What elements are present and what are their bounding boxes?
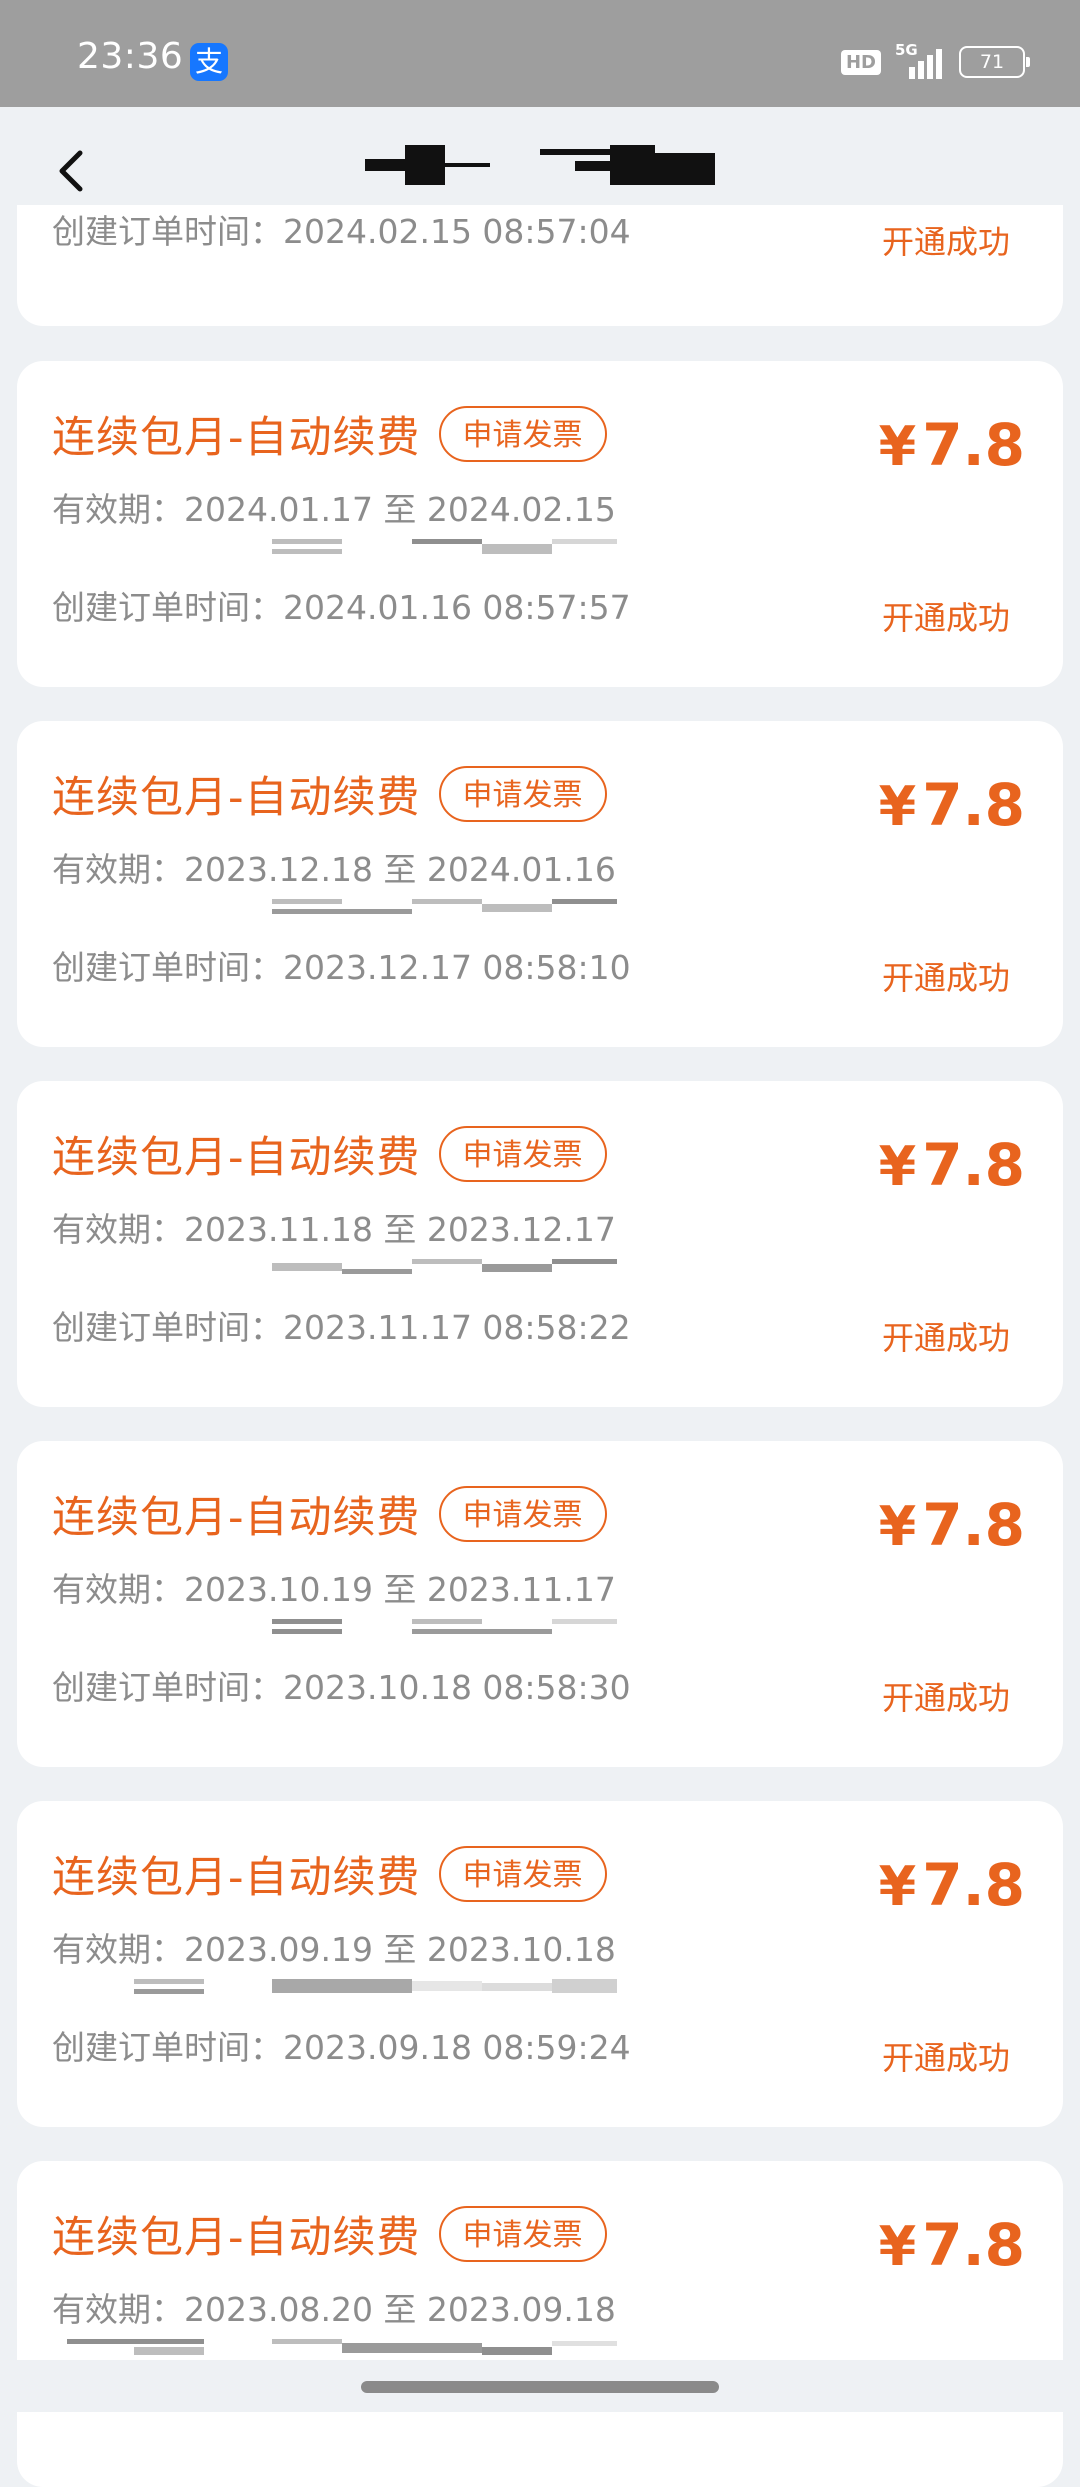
order-card[interactable]: 连续包月-自动续费 申请发票 ¥7.8 有效期：2023.12.18 至 202…: [17, 721, 1063, 1047]
order-price: ¥7.8: [878, 2211, 1025, 2279]
order-created: 创建订单时间：2023.10.18 08:58:30: [52, 1668, 631, 1707]
order-status: 开通成功: [881, 1319, 1010, 1357]
order-validity: 有效期：2023.09.19 至 2023.10.18: [52, 1930, 616, 1969]
order-validity: 有效期：2023.08.20 至 2023.09.18: [52, 2290, 616, 2329]
order-created: 创建订单时间：2023.12.17 08:58:10: [52, 948, 631, 987]
order-title: 连续包月-自动续费: [52, 773, 421, 823]
apply-invoice-button[interactable]: 申请发票: [438, 766, 607, 822]
order-status: 开通成功: [881, 2039, 1010, 2077]
order-status: 开通成功: [881, 1679, 1010, 1717]
signal-icon: 5G: [895, 41, 945, 79]
redacted-title: [365, 145, 715, 197]
order-price: ¥7.8: [878, 1131, 1025, 1199]
order-card[interactable]: 连续包月-自动续费 申请发票 ¥7.8 有效期：2023.08.20 至 202…: [17, 2161, 1063, 2487]
order-card[interactable]: 连续包月-自动续费 申请发票 ¥7.8 有效期：2023.11.18 至 202…: [17, 1081, 1063, 1407]
order-price: ¥7.8: [878, 771, 1025, 839]
order-status: 开通成功: [881, 223, 1010, 261]
apply-invoice-button[interactable]: 申请发票: [438, 1846, 607, 1902]
order-created: 创建订单时间：2024.02.15 08:57:04: [52, 212, 631, 251]
apply-invoice-button[interactable]: 申请发票: [438, 406, 607, 462]
order-price: ¥7.8: [878, 1851, 1025, 1919]
home-indicator[interactable]: [361, 2381, 719, 2393]
status-bar: 23:36 支 HD 5G 71: [0, 0, 1080, 107]
order-card[interactable]: 创建订单时间：2024.02.15 08:57:04 开通成功: [17, 205, 1063, 326]
battery-icon: 71: [959, 46, 1030, 78]
redacted-line: [52, 899, 617, 917]
order-title: 连续包月-自动续费: [52, 413, 421, 463]
order-price: ¥7.8: [878, 1491, 1025, 1559]
order-validity: 有效期：2023.12.18 至 2024.01.16: [52, 850, 616, 889]
network-type: 5G: [895, 41, 918, 59]
hd-icon: HD: [840, 49, 881, 75]
order-validity: 有效期：2023.11.18 至 2023.12.17: [52, 1210, 616, 1249]
order-card[interactable]: 连续包月-自动续费 申请发票 ¥7.8 有效期：2023.10.19 至 202…: [17, 1441, 1063, 1767]
status-icons: HD 5G 71: [840, 41, 1030, 82]
order-title: 连续包月-自动续费: [52, 1133, 421, 1183]
order-validity: 有效期：2023.10.19 至 2023.11.17: [52, 1570, 616, 1609]
order-status: 开通成功: [881, 959, 1010, 997]
order-title: 连续包月-自动续费: [52, 1853, 421, 1903]
order-card[interactable]: 连续包月-自动续费 申请发票 ¥7.8 有效期：2023.09.19 至 202…: [17, 1801, 1063, 2127]
order-created: 创建订单时间：2023.11.17 08:58:22: [52, 1308, 631, 1347]
redacted-line: [52, 2339, 617, 2357]
status-time: 23:36: [77, 36, 184, 77]
redacted-line: [52, 1979, 617, 1997]
order-price: ¥7.8: [878, 411, 1025, 479]
redacted-line: [52, 1619, 617, 1637]
order-title: 连续包月-自动续费: [52, 2213, 421, 2263]
order-created: 创建订单时间：2024.01.16 08:57:57: [52, 588, 631, 627]
order-status: 开通成功: [881, 599, 1010, 637]
order-card[interactable]: 连续包月-自动续费 申请发票 ¥7.8 有效期：2024.01.17 至 202…: [17, 361, 1063, 687]
order-validity: 有效期：2024.01.17 至 2024.02.15: [52, 490, 616, 529]
apply-invoice-button[interactable]: 申请发票: [438, 1126, 607, 1182]
apply-invoice-button[interactable]: 申请发票: [438, 2206, 607, 2262]
chevron-left-icon: [59, 150, 83, 192]
redacted-line: [52, 539, 617, 557]
order-title: 连续包月-自动续费: [52, 1493, 421, 1543]
back-button[interactable]: [48, 147, 96, 195]
apply-invoice-button[interactable]: 申请发票: [438, 1486, 607, 1542]
redacted-line: [52, 1259, 617, 1277]
alipay-app-icon: 支: [190, 43, 228, 81]
order-created: 创建订单时间：2023.09.18 08:59:24: [52, 2028, 631, 2067]
